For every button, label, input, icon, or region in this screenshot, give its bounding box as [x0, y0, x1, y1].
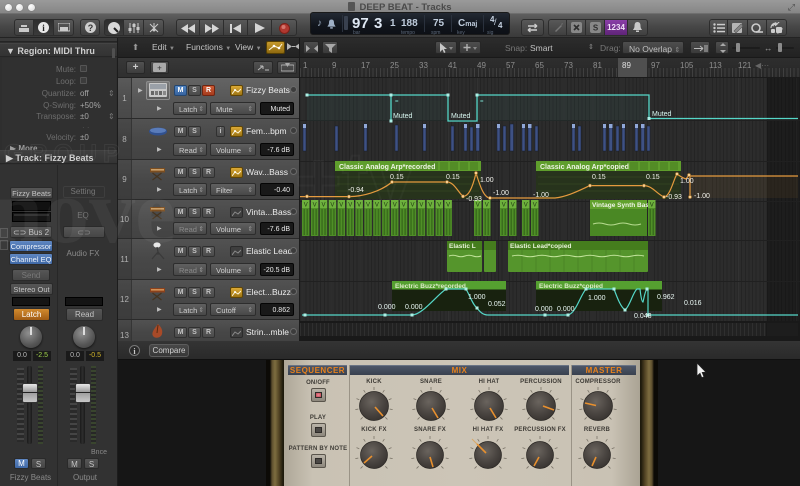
svg-text:Elastic Lead*copied: Elastic Lead*copied [510, 243, 571, 250]
svg-text:0.15: 0.15 [446, 174, 460, 181]
svg-text:-1.00: -1.00 [493, 190, 509, 197]
svg-text:0.15: 0.15 [592, 174, 606, 181]
svg-text:0.000: 0.000 [405, 304, 423, 311]
svg-text:=: = [480, 99, 484, 105]
svg-text:1.00: 1.00 [480, 177, 494, 184]
svg-text:=: = [395, 99, 399, 105]
svg-text:1.000: 1.000 [468, 294, 486, 301]
svg-text:Elastic L: Elastic L [449, 243, 476, 250]
svg-text:?: ? [87, 23, 93, 33]
svg-text:1.00: 1.00 [680, 178, 694, 185]
svg-text:Classic Analog Arp*copied: Classic Analog Arp*copied [540, 164, 629, 171]
svg-text:0.15: 0.15 [646, 174, 660, 181]
svg-text:-0.93: -0.93 [666, 194, 682, 201]
svg-text:Muted: Muted [652, 111, 672, 118]
svg-text:1.000: 1.000 [588, 295, 606, 302]
svg-text:-1.00: -1.00 [694, 193, 710, 200]
svg-text:Muted: Muted [393, 113, 413, 120]
svg-text:0.000: 0.000 [378, 304, 396, 311]
svg-text:-0.93: -0.93 [466, 196, 482, 203]
svg-text:0.048: 0.048 [634, 313, 652, 320]
svg-text:0.962: 0.962 [657, 294, 675, 301]
svg-text:Muted: Muted [451, 113, 471, 120]
svg-text:S: S [592, 24, 598, 33]
svg-text:0.052: 0.052 [488, 301, 506, 308]
svg-text:0.000: 0.000 [535, 306, 553, 313]
svg-text:Vintage Synth Bas: Vintage Synth Bas [592, 202, 649, 209]
svg-text:0.000: 0.000 [557, 306, 575, 313]
svg-text:0.016: 0.016 [684, 300, 702, 307]
svg-text:+: + [157, 64, 162, 73]
svg-text:-1.00: -1.00 [533, 192, 549, 199]
